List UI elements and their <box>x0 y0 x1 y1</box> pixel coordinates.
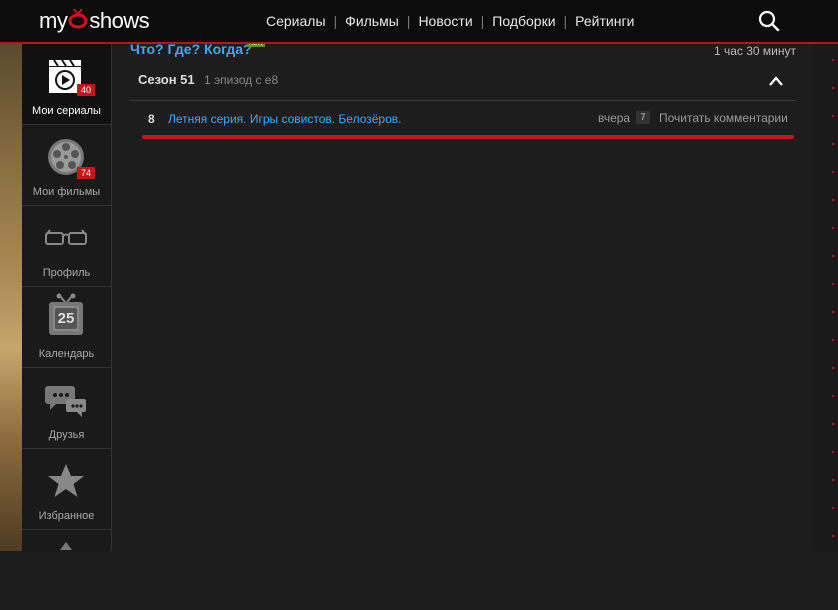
nav-movies[interactable]: Фильмы <box>337 13 407 29</box>
sidebar-item-more[interactable] <box>22 530 111 610</box>
sidebar: 40 Мои сериалы 74 Мои фильмы Профиль 25 … <box>22 44 112 551</box>
sidebar-item-label: Друзья <box>48 429 85 441</box>
search-icon[interactable] <box>758 10 780 32</box>
series-count-badge: 40 <box>77 84 95 96</box>
main-nav: Сериалы | Фильмы | Новости | Подборки | … <box>258 0 642 42</box>
nav-ratings[interactable]: Рейтинги <box>567 13 642 29</box>
logo-text-right: shows <box>89 8 150 33</box>
top-bar: my shows Сериалы | Фильмы | Новости | По… <box>0 0 838 44</box>
calendar-date-text: 25 <box>57 310 75 327</box>
tv-logo-icon <box>68 7 88 35</box>
sidebar-item-label: Мои фильмы <box>32 186 101 198</box>
sidebar-item-my-movies[interactable]: 74 Мои фильмы <box>22 125 111 206</box>
partial-sidebar-icon <box>60 542 72 550</box>
logo[interactable]: my shows <box>39 7 150 35</box>
nav-news[interactable]: Новости <box>410 13 480 29</box>
glasses-icon <box>45 218 87 258</box>
sidebar-item-calendar[interactable]: 25 Календарь <box>22 287 111 368</box>
sidebar-item-friends[interactable]: Друзья <box>22 368 111 449</box>
tv-calendar-icon: 25 <box>46 293 86 339</box>
sidebar-item-label: Календарь <box>38 348 95 360</box>
sidebar-item-label: Избранное <box>38 510 95 522</box>
episode-row: 8 Летняя серия. Игры совистов. Белозёров… <box>130 101 796 135</box>
episode-duration: 1 час 30 минут <box>713 44 796 58</box>
season-title: Сезон 51 <box>138 72 195 87</box>
background-right-strip <box>812 44 838 551</box>
logo-text-left: my <box>39 8 68 33</box>
red-highlight-underline <box>142 135 794 139</box>
comments-count-badge: 7 <box>636 111 650 124</box>
chat-bubbles-icon <box>45 380 86 420</box>
sidebar-item-profile[interactable]: Профиль <box>22 206 111 287</box>
sidebar-item-favorites[interactable]: Избранное <box>22 449 111 530</box>
season-subtitle: 1 эпизод с e8 <box>204 73 279 87</box>
episode-title-link[interactable]: Летняя серия. Игры совистов. Белозёров. <box>168 112 401 126</box>
nav-series[interactable]: Сериалы <box>258 13 334 29</box>
sidebar-item-label: Профиль <box>42 267 91 279</box>
episode-number: 8 <box>148 112 155 126</box>
sidebar-item-label: Мои сериалы <box>32 105 101 117</box>
read-comments-link[interactable]: Почитать комментарии <box>659 111 788 125</box>
chevron-up-icon[interactable] <box>768 74 784 86</box>
episode-air-date: вчера <box>598 111 631 125</box>
background-poster-left <box>0 44 22 551</box>
season-header[interactable]: Сезон 51 1 эпизод с e8 <box>130 66 796 101</box>
nav-collections[interactable]: Подборки <box>484 13 563 29</box>
main-content: Что? Где? Когда? NEW 1 час 30 минут Сезо… <box>112 41 812 551</box>
movies-count-badge: 74 <box>77 167 95 179</box>
star-icon <box>46 461 86 501</box>
sidebar-item-my-series[interactable]: 40 Мои сериалы <box>22 44 111 125</box>
